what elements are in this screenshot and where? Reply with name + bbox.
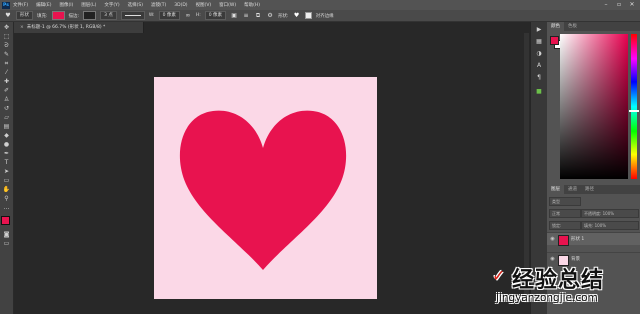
layers-panel-tabs: 图层 通道 路径 xyxy=(547,185,640,194)
tab-channels[interactable]: 通道 xyxy=(564,185,581,194)
zoom-tool-icon[interactable]: ⚲ xyxy=(2,195,11,203)
photoshop-logo: Ps xyxy=(2,1,10,9)
watermark-title: 经验总结 xyxy=(512,268,605,293)
path-arrangement-icon[interactable]: ⧉ xyxy=(254,12,262,20)
gradient-tool-icon[interactable]: ▤ xyxy=(2,123,11,131)
document-canvas[interactable] xyxy=(154,77,377,299)
menu-view[interactable]: 视图(V) xyxy=(196,2,212,8)
menu-image[interactable]: 图像(I) xyxy=(59,2,73,8)
pen-tool-icon[interactable]: ✒ xyxy=(2,150,11,158)
history-panel-icon[interactable]: ▶ xyxy=(535,26,543,34)
stroke-width-field[interactable]: 3 点 xyxy=(100,11,117,20)
fill-opacity-field[interactable]: 填充: 100% xyxy=(581,221,639,230)
adjustments-panel-icon[interactable]: ◑ xyxy=(535,50,543,58)
type-tool-icon[interactable]: T xyxy=(2,159,11,167)
menu-file[interactable]: 文件(F) xyxy=(13,2,28,8)
options-bar: ♥ 形状 填充: 描边: 3 点 W: 0 像素 ∞ H: 0 像素 ▣ ≡ ⧉… xyxy=(0,10,640,22)
close-document-icon[interactable]: × xyxy=(20,25,24,30)
tools-panel: ✥ ⬚ ᘐ ✎ ⌗ ⁄ ✚ ✐ ♙ ↺ ▱ ▤ ◆ ● ✒ T ➤ ▭ ✋ ⚲ … xyxy=(0,22,14,314)
align-edges-label: 对齐边缘 xyxy=(315,13,334,19)
hand-tool-icon[interactable]: ✋ xyxy=(2,186,11,194)
menu-help[interactable]: 帮助(H) xyxy=(244,2,260,8)
character-panel-icon[interactable]: A xyxy=(535,62,543,70)
menu-bar: Ps 文件(F) 编辑(E) 图像(I) 图层(L) 文字(Y) 选择(S) 滤… xyxy=(0,0,640,10)
blend-mode-select[interactable]: 正常 xyxy=(549,209,581,218)
eyedropper-tool-icon[interactable]: ⁄ xyxy=(2,69,11,77)
menu-type[interactable]: 文字(Y) xyxy=(104,2,119,8)
stroke-type-select[interactable] xyxy=(120,11,145,20)
height-field[interactable]: 0 像素 xyxy=(204,11,227,20)
brush-tool-icon[interactable]: ✐ xyxy=(2,87,11,95)
paragraph-panel-icon[interactable]: ¶ xyxy=(535,74,543,82)
clone-stamp-tool-icon[interactable]: ♙ xyxy=(2,96,11,104)
move-tool-icon[interactable]: ✥ xyxy=(2,24,11,32)
eraser-tool-icon[interactable]: ▱ xyxy=(2,114,11,122)
document-tab[interactable]: × 未标题-1 @ 66.7% (形状 1, RGB/8) * xyxy=(14,22,144,33)
menu-filter[interactable]: 滤镜(T) xyxy=(151,2,166,8)
align-edges-checkbox[interactable] xyxy=(304,12,312,19)
path-selection-tool-icon[interactable]: ➤ xyxy=(2,168,11,176)
layer-row-shape[interactable]: ◉ 形状 1 xyxy=(547,232,640,246)
layer-thumbnail xyxy=(558,235,569,246)
panel-foreground-swatch[interactable] xyxy=(550,36,559,45)
menu-3d[interactable]: 3D(D) xyxy=(174,3,187,8)
menu-edit[interactable]: 编辑(E) xyxy=(36,2,51,8)
height-label: H: xyxy=(195,13,201,18)
marquee-tool-icon[interactable]: ⬚ xyxy=(2,33,11,41)
site-watermark: ✓ 经验总结 jingyanzongjie.com xyxy=(492,262,638,312)
properties-panel-icon[interactable]: ▦ xyxy=(535,38,543,46)
menu-select[interactable]: 选择(S) xyxy=(128,2,143,8)
close-window-button[interactable]: ✕ xyxy=(626,0,638,10)
stroke-label: 描边: xyxy=(68,13,80,19)
tab-color[interactable]: 颜色 xyxy=(547,22,564,31)
more-tools-icon[interactable]: … xyxy=(2,204,11,212)
heart-shape[interactable] xyxy=(178,108,348,270)
link-icon[interactable]: ∞ xyxy=(184,12,192,20)
shape-label: 形状: xyxy=(278,13,289,19)
opacity-field[interactable]: 不透明度: 100% xyxy=(581,209,639,218)
foreground-color-swatch[interactable] xyxy=(1,216,10,225)
visibility-eye-icon[interactable]: ◉ xyxy=(549,236,556,242)
tab-layers[interactable]: 图层 xyxy=(547,185,564,194)
document-title: 未标题-1 @ 66.7% (形状 1, RGB/8) * xyxy=(26,25,106,30)
screen-mode-icon[interactable]: ▭ xyxy=(2,240,11,248)
plugin-panel-icon[interactable]: ■ xyxy=(535,88,543,96)
lasso-tool-icon[interactable]: ᘐ xyxy=(2,42,11,50)
crop-tool-icon[interactable]: ⌗ xyxy=(2,60,11,68)
history-brush-tool-icon[interactable]: ↺ xyxy=(2,105,11,113)
lock-label: 锁定: xyxy=(549,221,581,230)
path-alignment-icon[interactable]: ≡ xyxy=(242,12,250,20)
path-operations-icon[interactable]: ▣ xyxy=(230,12,238,20)
quick-select-tool-icon[interactable]: ✎ xyxy=(2,51,11,59)
custom-shape-tool-icon[interactable]: ♥ xyxy=(4,12,12,20)
color-panel-tabs: 颜色 色板 xyxy=(547,22,640,31)
width-label: W: xyxy=(148,13,155,18)
stroke-color-swatch[interactable] xyxy=(83,11,97,20)
layer-filter-select[interactable]: 类型 xyxy=(549,197,581,206)
menu-window[interactable]: 窗口(W) xyxy=(219,2,236,8)
dodge-tool-icon[interactable]: ● xyxy=(2,141,11,149)
width-field[interactable]: 0 像素 xyxy=(158,11,180,20)
restore-button[interactable]: ▫ xyxy=(613,0,625,10)
menu-layer[interactable]: 图层(L) xyxy=(81,2,96,8)
color-picker-field[interactable] xyxy=(560,34,628,179)
checkmark-icon: ✓ xyxy=(492,266,506,285)
quick-mask-icon[interactable]: ◙ xyxy=(2,231,11,239)
tab-paths[interactable]: 路径 xyxy=(581,185,598,194)
gear-icon[interactable]: ⚙ xyxy=(266,12,274,20)
tab-swatches[interactable]: 色板 xyxy=(564,22,581,31)
layer-name: 形状 1 xyxy=(571,237,585,242)
heart-shape-picker[interactable]: ♥ xyxy=(293,12,301,20)
blur-tool-icon[interactable]: ◆ xyxy=(2,132,11,140)
fill-label: 填充: xyxy=(37,13,48,19)
minimize-button[interactable]: – xyxy=(600,0,612,10)
shape-mode-select[interactable]: 形状 xyxy=(16,11,33,20)
hue-slider-handle[interactable] xyxy=(629,110,639,112)
shape-tool-icon[interactable]: ▭ xyxy=(2,177,11,185)
healing-brush-tool-icon[interactable]: ✚ xyxy=(2,78,11,86)
watermark-url: jingyanzongjie.com xyxy=(496,292,598,304)
hue-slider-bar[interactable] xyxy=(631,34,637,179)
fill-color-swatch[interactable] xyxy=(51,11,65,20)
